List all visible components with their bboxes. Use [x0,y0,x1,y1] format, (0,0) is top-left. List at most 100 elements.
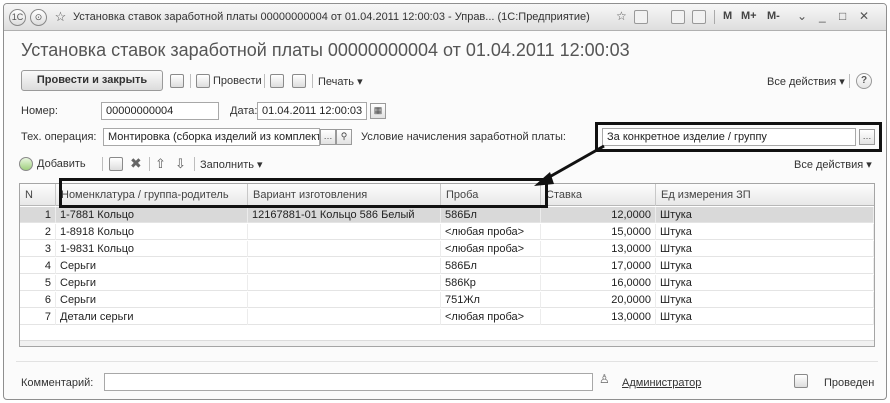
toolbar-separator [102,157,103,171]
all-actions-menu[interactable]: Все действия ▾ [767,75,845,88]
horizontal-scrollbar[interactable] [20,340,874,346]
number-field[interactable]: 00000000004 [101,102,219,120]
post-button[interactable]: Провести [213,75,262,87]
table-row[interactable]: 5 Серьги 586Кр 16,0000 Штука [20,275,874,291]
cell-rate: 16,0000 [541,275,656,291]
toolbar-separator [194,157,195,171]
table-row[interactable]: 1 1-7881 Кольцо 12167881-01 Кольцо 586 Б… [20,207,874,223]
column-header-n[interactable]: N [20,184,56,206]
memory-plus-button[interactable]: M+ [741,10,757,22]
fill-menu[interactable]: Заполнить ▾ [200,158,263,171]
cell-probe: 586Бл [441,258,541,274]
cell-item: 1-7881 Кольцо [56,207,248,223]
post-icon[interactable] [196,74,210,88]
search-icon[interactable]: ⚲ [336,129,352,145]
delete-icon[interactable]: ✖ [130,155,142,172]
tech-operation-label: Тех. операция: [21,131,97,143]
comment-field[interactable] [104,373,593,391]
maximize-icon[interactable]: □ [839,9,846,23]
cell-n: 4 [20,258,56,274]
cell-unit: Штука [656,207,874,223]
condition-field[interactable]: За конкретное изделие / группу [602,128,856,146]
select-ellipsis-button[interactable]: … [859,129,875,145]
cell-item: Детали серьги [56,309,248,325]
toolbar-separator [149,157,150,171]
document-window: 1С ⊙ ☆ Установка ставок заработной платы… [3,3,887,400]
app-logo-icon[interactable]: 1С [9,9,26,26]
table-all-actions-menu[interactable]: Все действия ▾ [794,158,872,171]
cell-rate: 20,0000 [541,292,656,308]
link-icon[interactable] [634,10,648,24]
copy-icon[interactable] [109,157,123,171]
cell-n: 1 [20,207,56,223]
date-field[interactable]: 01.04.2011 12:00:03 [257,102,367,120]
favorite-star-icon[interactable]: ☆ [52,9,69,26]
save-icon[interactable] [170,74,184,88]
cell-variant [248,309,441,325]
cell-item: 1-8918 Кольцо [56,224,248,240]
cell-unit: Штука [656,224,874,240]
status-icon [794,374,808,388]
status-text: Проведен [824,377,875,389]
comment-label: Комментарий: [21,377,94,389]
calendar-icon[interactable] [692,10,706,24]
print-menu[interactable]: Печать ▾ [318,75,363,88]
table-row[interactable]: 2 1-8918 Кольцо <любая проба> 15,0000 Шт… [20,224,874,240]
add-button[interactable]: Добавить [37,158,86,170]
report-icon[interactable] [292,74,306,88]
cell-item: Серьги [56,275,248,291]
title-bar: 1С ⊙ ☆ Установка ставок заработной платы… [4,4,886,31]
cell-n: 2 [20,224,56,240]
number-label: Номер: [21,105,58,117]
select-ellipsis-button[interactable]: … [320,129,336,145]
post-and-close-button[interactable]: Провести и закрыть [21,70,163,91]
calendar-picker-icon[interactable]: ▦ [370,103,386,119]
cell-item: Серьги [56,292,248,308]
back-icon[interactable]: ⊙ [30,9,47,26]
cell-probe: 751Жл [441,292,541,308]
move-up-icon[interactable]: ⇧ [155,156,166,172]
cell-variant [248,241,441,257]
tech-operation-field[interactable]: Монтировка (сборка изделий из комплектую… [103,128,320,146]
column-header-variant[interactable]: Вариант изготовления [248,184,441,206]
close-icon[interactable]: ✕ [859,9,869,23]
toolbar-separator [264,74,265,88]
move-down-icon[interactable]: ⇩ [175,156,186,172]
help-button[interactable]: ? [856,73,872,89]
memory-m-button[interactable]: M [723,10,732,22]
cell-unit: Штука [656,241,874,257]
table-row[interactable]: 4 Серьги 586Бл 17,0000 Штука [20,258,874,274]
cell-item: Серьги [56,258,248,274]
favorite-star-icon[interactable]: ☆ [616,9,627,23]
cell-unit: Штука [656,275,874,291]
author-link[interactable]: Администратор [622,377,701,389]
movements-icon[interactable] [270,74,284,88]
cell-n: 7 [20,309,56,325]
cell-rate: 13,0000 [541,241,656,257]
cell-unit: Штука [656,309,874,325]
cell-variant: 12167881-01 Кольцо 586 Белый [248,207,441,223]
cell-rate: 13,0000 [541,309,656,325]
add-icon[interactable] [19,157,33,171]
table-row[interactable]: 3 1-9831 Кольцо <любая проба> 13,0000 Шт… [20,241,874,257]
chevron-down-icon[interactable]: ⌄ [797,9,807,23]
cell-variant [248,224,441,240]
cell-probe: <любая проба> [441,241,541,257]
cell-probe: <любая проба> [441,309,541,325]
table-row[interactable]: 6 Серьги 751Жл 20,0000 Штука [20,292,874,308]
cell-variant [248,275,441,291]
cell-n: 3 [20,241,56,257]
user-icon: ♙ [599,372,610,386]
toolbar-separator [312,74,313,88]
cell-unit: Штука [656,258,874,274]
calculator-icon[interactable] [671,10,685,24]
minimize-icon[interactable]: _ [819,9,826,23]
column-header-item[interactable]: Номенклатура / группа-родитель [56,184,248,206]
rates-table[interactable]: N Номенклатура / группа-родитель Вариант… [19,183,875,347]
cell-item: 1-9831 Кольцо [56,241,248,257]
memory-minus-button[interactable]: M- [767,10,780,22]
cell-variant [248,258,441,274]
table-row[interactable]: 7 Детали серьги <любая проба> 13,0000 Шт… [20,309,874,325]
footer-divider [16,361,878,362]
column-header-unit[interactable]: Ед измерения ЗП [656,184,874,206]
